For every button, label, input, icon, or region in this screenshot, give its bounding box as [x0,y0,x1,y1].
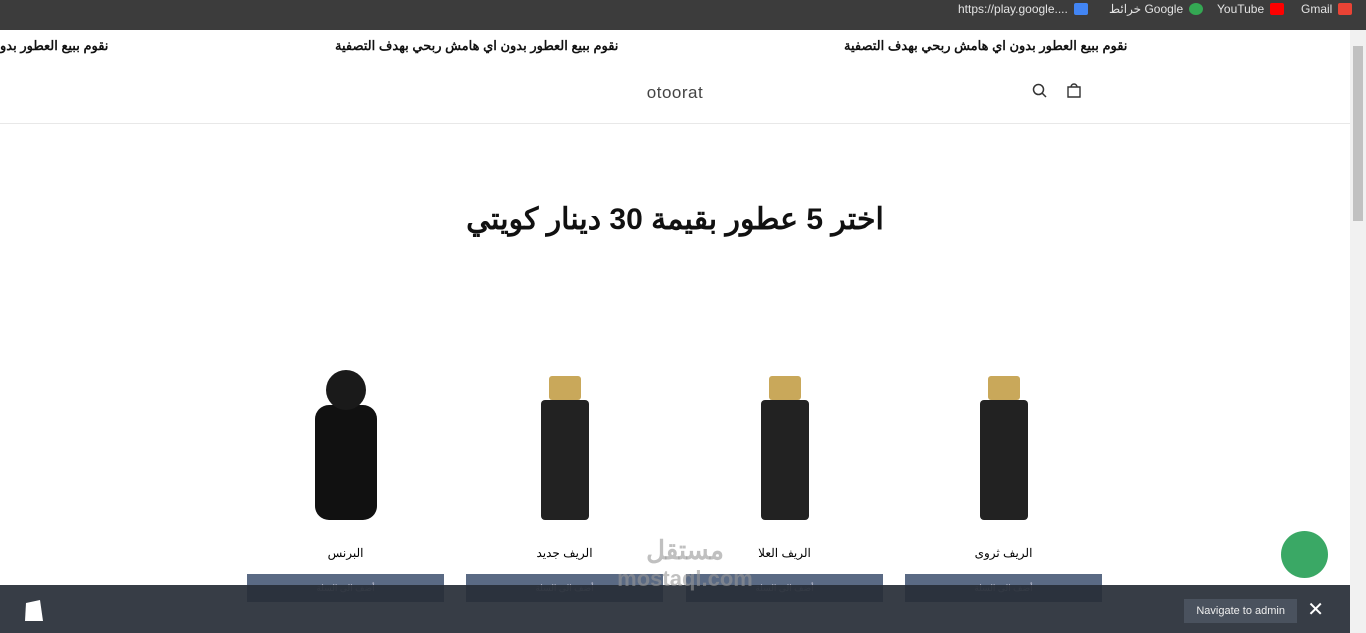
gmail-icon [1338,3,1353,15]
cart-icon[interactable] [1065,82,1083,100]
bookmark-youtube[interactable]: YouTube [1217,2,1285,16]
product-name[interactable]: البرنس [247,546,444,560]
maps-icon [1189,3,1204,15]
scrollbar-thumb[interactable] [1353,46,1363,221]
product-image[interactable] [905,348,1102,528]
play-icon [1073,3,1088,15]
search-icon[interactable] [1031,82,1049,100]
bookmark-play[interactable]: https://play.google.... [958,2,1088,16]
watermark: مستقل mostaql.com [617,535,753,591]
announcement-text: نقوم ببيع العطور بدون اي هامش ربحي بهدف … [335,38,619,53]
bookmarks-bar: Gmail YouTube خرائط Google https://play.… [0,0,1366,30]
admin-bar: Navigate to admin ✕ [0,585,1350,633]
product-card[interactable]: البرنس أضف الى السلة [247,348,444,602]
product-card[interactable]: الريف ثروى أضف الى السلة [905,348,1102,602]
announcement-text: نقوم ببيع العطور بدون اي هامش ربحي بهدف … [844,38,1128,53]
page-title: اختر 5 عطور بقيمة 30 دينار كويتي [466,203,884,236]
product-image[interactable] [466,348,663,528]
youtube-icon [1270,3,1285,15]
navigate-to-admin-button[interactable]: Navigate to admin [1184,599,1297,623]
product-image[interactable] [686,348,883,528]
scrollbar[interactable] [1350,30,1366,633]
bookmark-gmail[interactable]: Gmail [1301,2,1353,16]
bookmark-maps[interactable]: خرائط Google [1109,2,1204,16]
shopify-icon [25,600,43,621]
announcement-text: نقوم ببيع العطور بدو [0,38,109,53]
store-logo[interactable]: otoorat [0,83,1350,103]
header-divider [0,123,1350,124]
product-image[interactable] [247,348,444,528]
close-icon[interactable]: ✕ [1307,597,1324,622]
product-name[interactable]: الريف ثروى [905,546,1102,560]
chat-button[interactable] [1281,531,1328,578]
